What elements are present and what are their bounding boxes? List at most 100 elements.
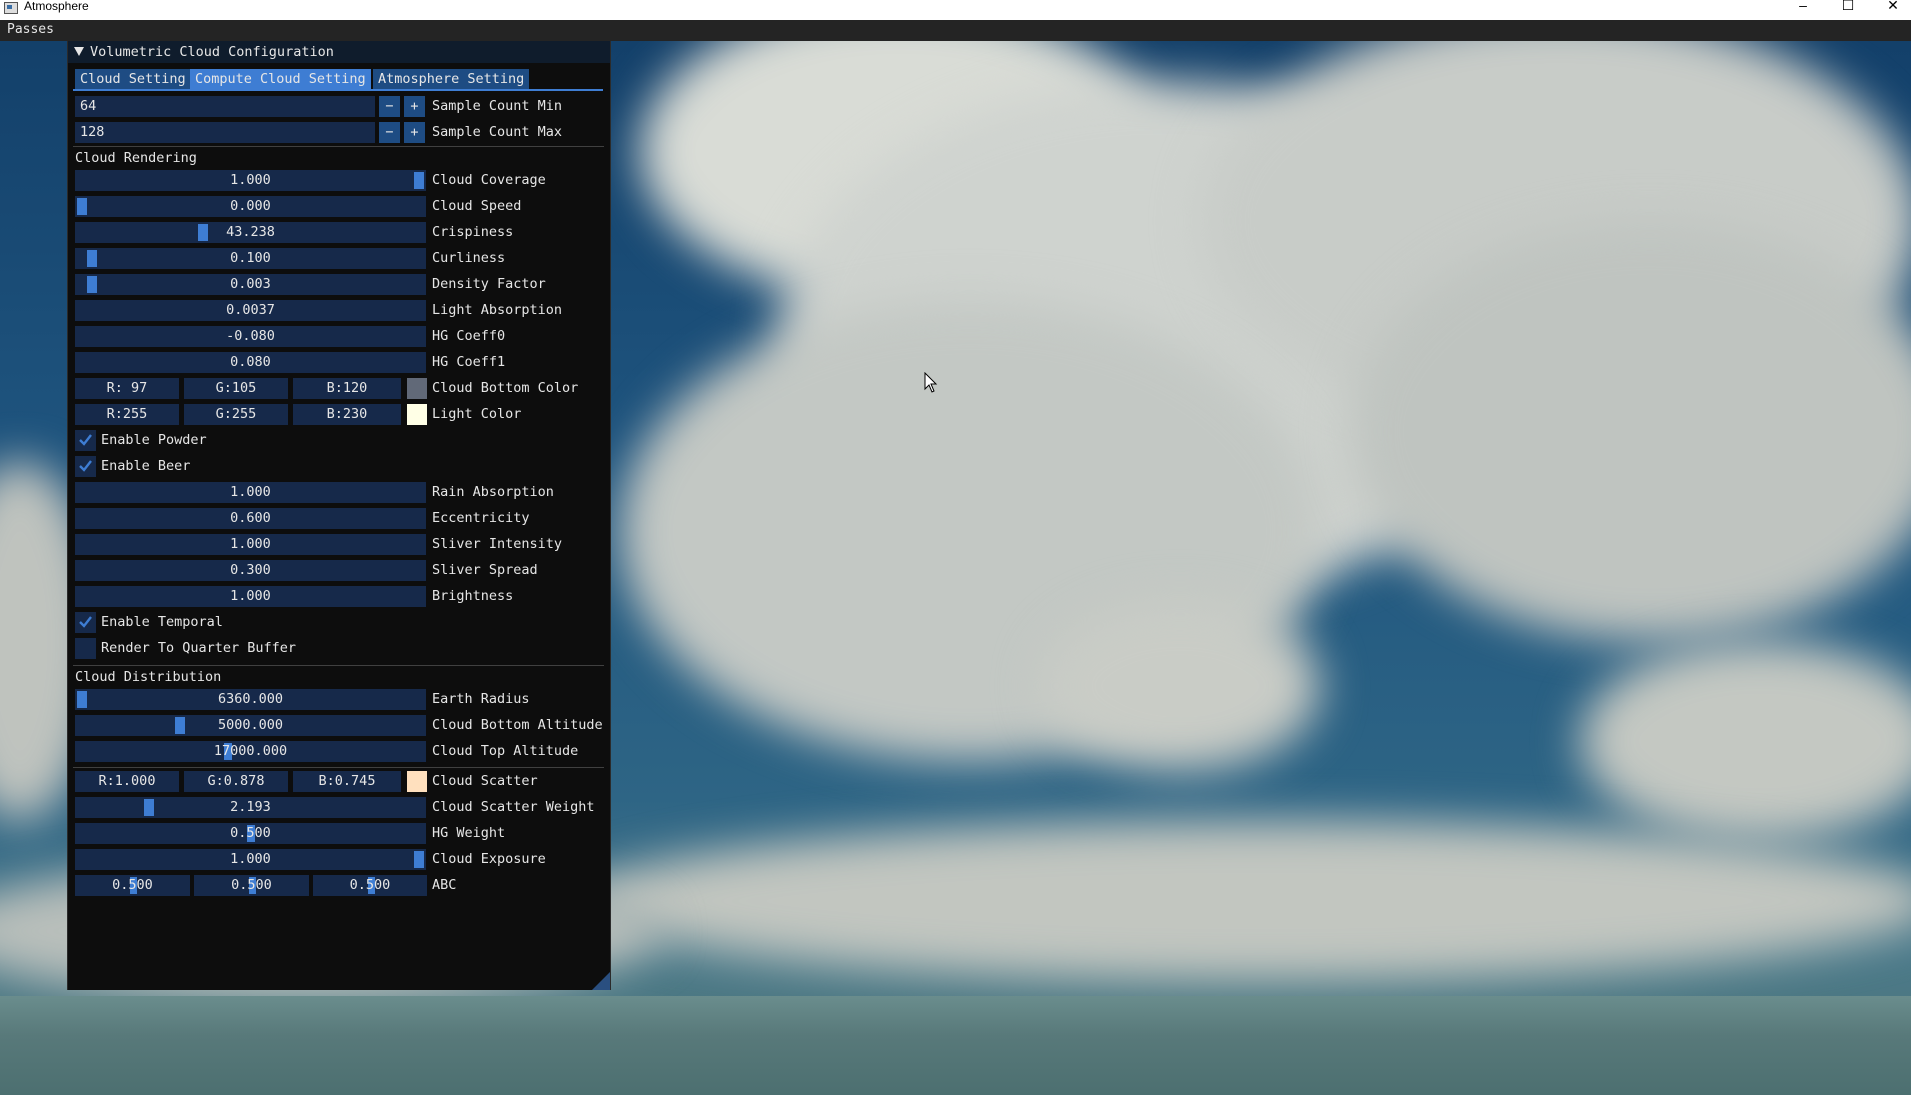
abc-label: ABC: [432, 877, 457, 893]
sample-count-max-label: Sample Count Max: [432, 124, 563, 140]
color-g-field[interactable]: G:0.878: [184, 771, 288, 792]
decrement-button[interactable]: −: [379, 96, 400, 117]
os-title-bar: Atmosphere – ☐ ✕: [0, 0, 1911, 20]
sliver-intensity-label: Sliver Intensity: [432, 536, 563, 552]
checkmark-icon: [79, 616, 92, 628]
minimize-button[interactable]: –: [1780, 0, 1826, 20]
cloud-top-altitude-label: Cloud Top Altitude: [432, 743, 579, 759]
enable-beer-checkbox[interactable]: [75, 456, 96, 477]
light-absorption-label: Light Absorption: [432, 302, 563, 318]
render-quarter-buffer-checkbox[interactable]: [75, 638, 96, 659]
eccentricity-label: Eccentricity: [432, 510, 530, 526]
cloud-scatter-weight-slider[interactable]: 2.193: [75, 797, 426, 818]
tab-atmosphere-setting[interactable]: Atmosphere Setting: [373, 69, 530, 89]
sliver-spread-drag[interactable]: 0.300: [75, 560, 426, 581]
cloud-top-altitude-input[interactable]: 17000.000: [75, 741, 426, 762]
checkmark-icon: [79, 460, 92, 472]
cloud-speed-slider[interactable]: 0.000: [75, 196, 426, 217]
cloud-coverage-slider[interactable]: 1.000: [75, 170, 426, 191]
brightness-drag[interactable]: 1.000: [75, 586, 426, 607]
enable-beer-label: Enable Beer: [101, 458, 191, 474]
enable-temporal-row: Enable Temporal: [68, 612, 610, 633]
increment-button[interactable]: +: [404, 96, 425, 117]
enable-powder-checkbox[interactable]: [75, 430, 96, 451]
color-g-field[interactable]: G:105: [184, 378, 288, 399]
sample-count-max-row: 128 − + Sample Count Max: [68, 122, 610, 143]
curliness-slider[interactable]: 0.100: [75, 248, 426, 269]
abc-c-field[interactable]: 0.500: [313, 875, 427, 896]
close-button[interactable]: ✕: [1870, 0, 1911, 20]
crispiness-row: 43.238 Crispiness: [68, 222, 610, 243]
cloud-shape: [1580, 641, 1911, 841]
window-title: Atmosphere: [24, 0, 89, 13]
window-header[interactable]: Volumetric Cloud Configuration: [68, 41, 610, 63]
sliver-spread-label: Sliver Spread: [432, 562, 538, 578]
maximize-button[interactable]: ☐: [1825, 0, 1871, 20]
cloud-shape: [1040, 601, 1320, 771]
color-r-field[interactable]: R: 97: [75, 378, 179, 399]
hg-coeff1-drag[interactable]: 0.080: [75, 352, 426, 373]
eccentricity-row: 0.600 Eccentricity: [68, 508, 610, 529]
earth-radius-row: 6360.000 Earth Radius: [68, 689, 610, 710]
menu-passes[interactable]: Passes: [7, 22, 54, 38]
color-b-field[interactable]: B:230: [293, 404, 401, 425]
cloud-bottom-color-swatch[interactable]: [407, 378, 427, 399]
separator: [73, 665, 604, 666]
cloud-scatter-swatch[interactable]: [407, 771, 427, 792]
sliver-spread-row: 0.300 Sliver Spread: [68, 560, 610, 581]
cloud-top-altitude-row: 17000.000 Cloud Top Altitude: [68, 741, 610, 762]
resize-grip-icon[interactable]: [592, 972, 610, 990]
earth-radius-slider[interactable]: 6360.000: [75, 689, 426, 710]
tab-bar: Cloud Setting Compute Cloud Setting Atmo…: [68, 69, 610, 91]
color-b-field[interactable]: B:0.745: [293, 771, 401, 792]
rain-absorption-row: 1.000 Rain Absorption: [68, 482, 610, 503]
hg-weight-row: 0.500 HG Weight: [68, 823, 610, 844]
color-b-field[interactable]: B:120: [293, 378, 401, 399]
cloud-bottom-altitude-row: 5000.000 Cloud Bottom Altitude: [68, 715, 610, 736]
color-r-field[interactable]: R:255: [75, 404, 179, 425]
crispiness-label: Crispiness: [432, 224, 514, 240]
sample-count-min-label: Sample Count Min: [432, 98, 563, 114]
cloud-bottom-altitude-slider[interactable]: 5000.000: [75, 715, 426, 736]
sample-count-max-input[interactable]: 128: [75, 122, 375, 143]
brightness-label: Brightness: [432, 588, 514, 604]
cloud-speed-row: 0.000 Cloud Speed: [68, 196, 610, 217]
hg-coeff1-row: 0.080 HG Coeff1: [68, 352, 610, 373]
cloud-exposure-row: 1.000 Cloud Exposure: [68, 849, 610, 870]
main-menu-bar: Passes: [0, 20, 1911, 41]
cloud-exposure-slider[interactable]: 1.000: [75, 849, 426, 870]
section-cloud-distribution: Cloud Distribution: [75, 669, 222, 685]
collapse-triangle-icon[interactable]: [74, 47, 84, 56]
sample-count-min-input[interactable]: 64: [75, 96, 375, 117]
increment-button[interactable]: +: [404, 122, 425, 143]
tab-cloud-setting[interactable]: Cloud Setting: [75, 69, 191, 89]
abc-a-field[interactable]: 0.500: [75, 875, 190, 896]
sliver-intensity-drag[interactable]: 1.000: [75, 534, 426, 555]
crispiness-slider[interactable]: 43.238: [75, 222, 426, 243]
rain-absorption-label: Rain Absorption: [432, 484, 554, 500]
brightness-row: 1.000 Brightness: [68, 586, 610, 607]
color-r-field[interactable]: R:1.000: [75, 771, 179, 792]
curliness-label: Curliness: [432, 250, 506, 266]
cloud-coverage-label: Cloud Coverage: [432, 172, 546, 188]
abc-b-field[interactable]: 0.500: [194, 875, 309, 896]
separator: [73, 767, 604, 768]
rain-absorption-drag[interactable]: 1.000: [75, 482, 426, 503]
abc-row: 0.500 0.500 0.500 ABC: [68, 875, 610, 896]
enable-temporal-label: Enable Temporal: [101, 614, 223, 630]
enable-temporal-checkbox[interactable]: [75, 612, 96, 633]
hg-coeff1-label: HG Coeff1: [432, 354, 506, 370]
cloud-scatter-row: R:1.000 G:0.878 B:0.745 Cloud Scatter: [68, 771, 610, 792]
color-g-field[interactable]: G:255: [184, 404, 288, 425]
light-absorption-drag[interactable]: 0.0037: [75, 300, 426, 321]
light-color-swatch[interactable]: [407, 404, 427, 425]
cloud-coverage-row: 1.000 Cloud Coverage: [68, 170, 610, 191]
density-factor-slider[interactable]: 0.003: [75, 274, 426, 295]
decrement-button[interactable]: −: [379, 122, 400, 143]
tab-compute-cloud-setting[interactable]: Compute Cloud Setting: [190, 69, 371, 89]
cloud-config-window[interactable]: Volumetric Cloud Configuration Cloud Set…: [67, 41, 611, 990]
cloud-scatter-label: Cloud Scatter: [432, 773, 538, 789]
hg-weight-input[interactable]: 0.500: [75, 823, 426, 844]
hg-coeff0-drag[interactable]: -0.080: [75, 326, 426, 347]
eccentricity-drag[interactable]: 0.600: [75, 508, 426, 529]
